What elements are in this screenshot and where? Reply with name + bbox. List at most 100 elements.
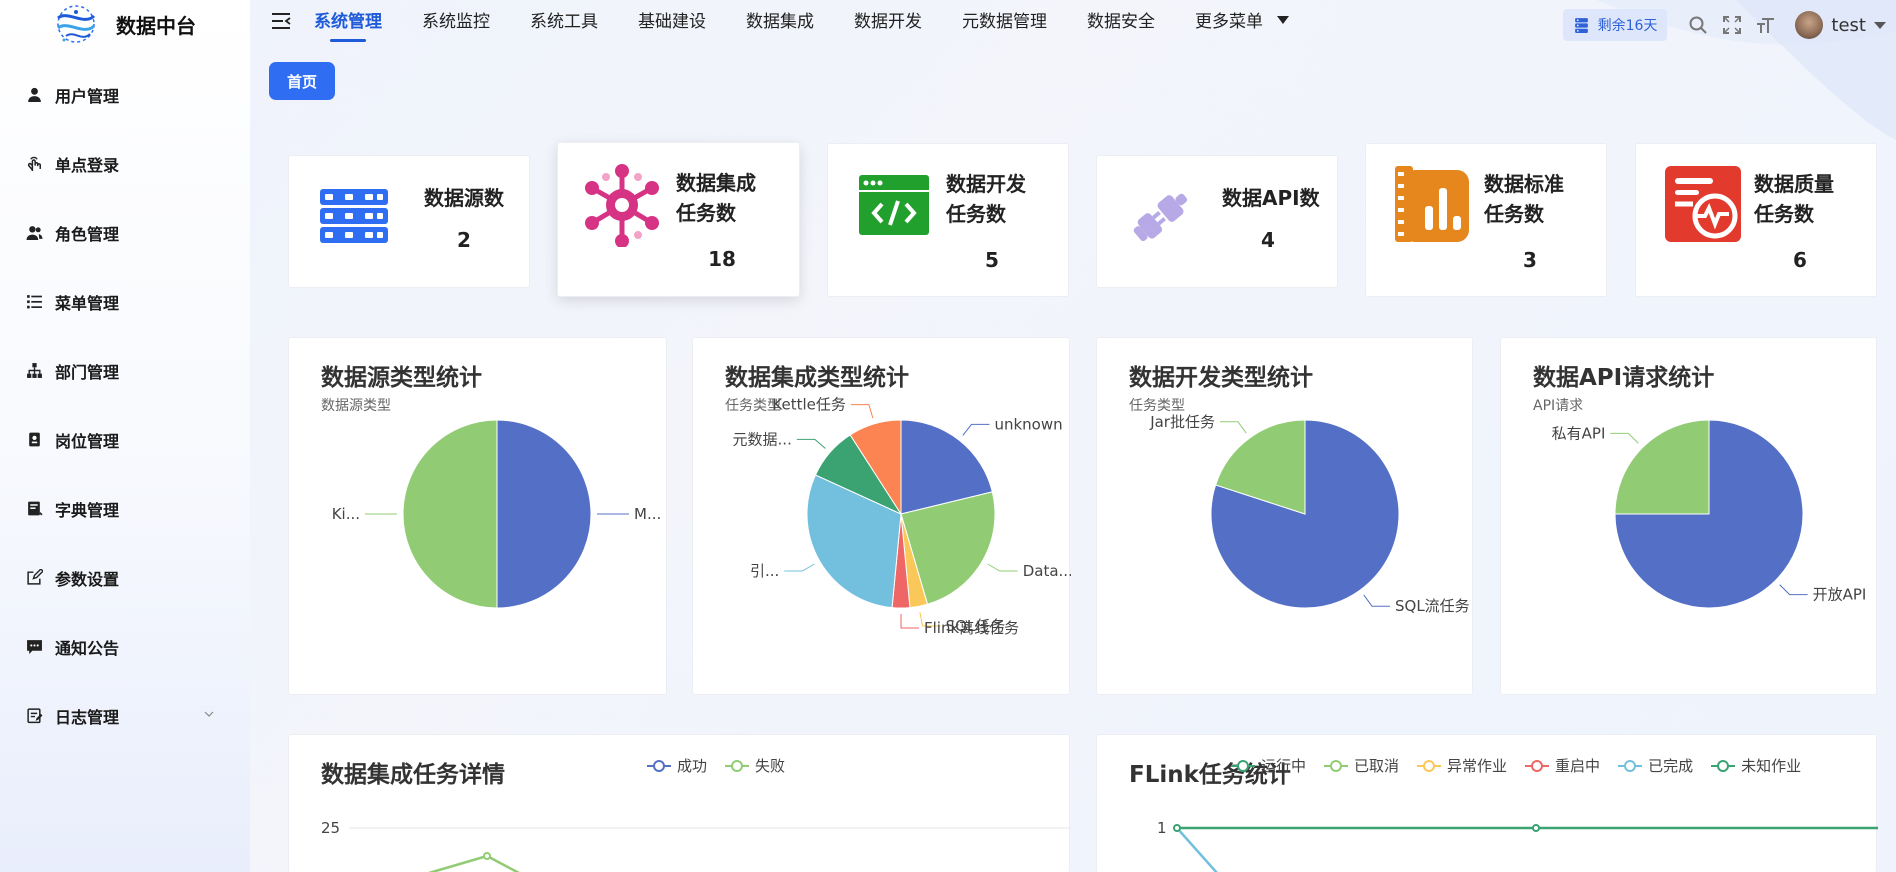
quality-monitor-icon bbox=[1665, 166, 1741, 242]
network-hub-icon bbox=[585, 164, 659, 247]
user-icon bbox=[25, 86, 43, 104]
search-icon[interactable] bbox=[1688, 15, 1708, 35]
sidebar-item-label: 菜单管理 bbox=[55, 293, 120, 313]
sidebar-item-label: 角色管理 bbox=[55, 224, 120, 244]
stat-card-api[interactable]: 数据API数 4 bbox=[1096, 155, 1338, 288]
pie-chart[interactable]: 开放API 私有API bbox=[1501, 338, 1878, 696]
tab-more-label: 更多菜单 bbox=[1195, 12, 1263, 32]
sidebar-item-label: 字典管理 bbox=[55, 500, 120, 520]
stat-card-standard[interactable]: 数据标准 任务数 3 bbox=[1365, 143, 1607, 297]
stat-card-quality[interactable]: 数据质量 任务数 6 bbox=[1635, 143, 1877, 297]
avatar[interactable] bbox=[1795, 11, 1824, 39]
stat-label-line2: 任务数 bbox=[1484, 202, 1544, 226]
pie-slice[interactable] bbox=[496, 419, 592, 609]
logo[interactable]: 数据中台 bbox=[50, 2, 196, 46]
stat-label: 数据集成 bbox=[676, 171, 756, 195]
stat-label-line2: 任务数 bbox=[676, 201, 736, 225]
y-tick-label: 25 bbox=[321, 819, 340, 837]
chart-card-datasource-type: 数据源类型统计 数据源类型 M... Ki... bbox=[288, 337, 667, 695]
pie-chart[interactable]: M... Ki... bbox=[289, 338, 668, 696]
tab-data-integration[interactable]: 数据集成 bbox=[746, 0, 814, 44]
database-server-icon bbox=[320, 189, 388, 243]
user-name[interactable]: test bbox=[1831, 15, 1866, 36]
tab-system-tools[interactable]: 系统工具 bbox=[530, 0, 598, 44]
server-icon bbox=[1574, 17, 1588, 33]
sidebar-item-label: 通知公告 bbox=[55, 638, 120, 658]
sidebar: 数据中台 用户管理 单点登录 角色管理 菜单管理 部门管理 岗位管理 字典管理 … bbox=[0, 0, 250, 872]
stat-label: 数据标准 bbox=[1484, 172, 1564, 196]
line-chart[interactable]: 1 bbox=[1097, 735, 1878, 872]
sidebar-item-config[interactable]: 参数设置 bbox=[0, 543, 250, 612]
log-icon bbox=[25, 707, 43, 725]
touch-icon bbox=[25, 155, 43, 173]
license-remaining-badge[interactable]: 剩余16天 bbox=[1562, 9, 1668, 41]
slice-label: 私有API bbox=[1552, 424, 1606, 442]
line-chart[interactable]: 25 bbox=[289, 735, 1071, 872]
slice-label: unknown bbox=[994, 415, 1062, 433]
sidebar-item-label: 岗位管理 bbox=[55, 431, 120, 451]
sidebar-item-log[interactable]: 日志管理 bbox=[0, 681, 250, 750]
sidebar-item-sso[interactable]: 单点登录 bbox=[0, 129, 250, 198]
stat-value: 18 bbox=[708, 247, 736, 271]
top-nav: 系统管理 系统监控 系统工具 基础建设 数据集成 数据开发 元数据管理 数据安全… bbox=[250, 0, 1896, 50]
pie-chart[interactable]: SQL流任务 Jar批任务 bbox=[1097, 338, 1474, 696]
edit-icon bbox=[25, 569, 43, 587]
sidebar-item-label: 部门管理 bbox=[55, 362, 120, 382]
chart-card-development-type: 数据开发类型统计 任务类型 SQL流任务 Jar批任务 bbox=[1096, 337, 1473, 695]
tab-data-development[interactable]: 数据开发 bbox=[854, 0, 922, 44]
stat-label: 数据开发 bbox=[946, 172, 1026, 196]
tab-more-menu[interactable]: 更多菜单 bbox=[1195, 0, 1289, 44]
stat-card-integration[interactable]: 数据集成 任务数 18 bbox=[557, 142, 800, 297]
tab-system-management[interactable]: 系统管理 bbox=[314, 0, 382, 44]
label-line bbox=[987, 563, 1018, 572]
sidebar-item-label: 参数设置 bbox=[55, 569, 120, 589]
stat-value: 3 bbox=[1523, 248, 1537, 272]
sidebar-item-dept[interactable]: 部门管理 bbox=[0, 336, 250, 405]
sidebar-item-user[interactable]: 用户管理 bbox=[0, 60, 250, 129]
home-tab-button[interactable]: 首页 bbox=[269, 62, 335, 100]
chart-card-api-requests: 数据API请求统计 API请求 开放API 私有API bbox=[1500, 337, 1877, 695]
slice-label: SQL流任务 bbox=[1395, 597, 1470, 615]
stat-label-line2: 任务数 bbox=[1754, 202, 1814, 226]
message-icon bbox=[25, 638, 43, 656]
sidebar-item-role[interactable]: 角色管理 bbox=[0, 198, 250, 267]
chart-card-integration-details: 数据集成任务详情 成功 失败 25 bbox=[288, 734, 1071, 872]
label-line bbox=[784, 563, 815, 572]
chevron-down-icon bbox=[204, 711, 214, 717]
tab-data-security[interactable]: 数据安全 bbox=[1087, 0, 1155, 44]
stat-card-datasource[interactable]: 数据源数 2 bbox=[288, 155, 530, 288]
top-right-tools: 剩余16天 test bbox=[1562, 8, 1896, 42]
remaining-days-text: 剩余16天 bbox=[1597, 18, 1658, 34]
font-size-icon[interactable] bbox=[1756, 15, 1776, 35]
sidebar-item-dict[interactable]: 字典管理 bbox=[0, 474, 250, 543]
chart-card-flink-stats: FLink任务统计 运行中 已取消 异常作业 重启中 已完成 未知作业 1 bbox=[1096, 734, 1878, 872]
sidebar-item-post[interactable]: 岗位管理 bbox=[0, 405, 250, 474]
sidebar-item-menu[interactable]: 菜单管理 bbox=[0, 267, 250, 336]
tab-system-monitor[interactable]: 系统监控 bbox=[422, 0, 490, 44]
nav-tabs: 系统管理 系统监控 系统工具 基础建设 数据集成 数据开发 元数据管理 数据安全… bbox=[314, 0, 1329, 44]
slice-label: Ki... bbox=[332, 505, 360, 523]
label-line bbox=[850, 404, 874, 419]
label-line bbox=[1219, 421, 1247, 434]
menu-fold-icon[interactable] bbox=[270, 10, 292, 32]
slice-label: Kettle任务 bbox=[772, 396, 845, 414]
caret-down-icon[interactable] bbox=[1874, 21, 1886, 29]
pie-slice[interactable] bbox=[402, 419, 498, 609]
stat-card-development[interactable]: 数据开发 任务数 5 bbox=[827, 143, 1069, 297]
stat-label: 数据质量 bbox=[1754, 172, 1834, 196]
fullscreen-icon[interactable] bbox=[1722, 15, 1742, 35]
stat-label: 数据API数 bbox=[1222, 186, 1320, 210]
label-line bbox=[1779, 584, 1808, 596]
tab-infrastructure[interactable]: 基础建设 bbox=[638, 0, 706, 44]
org-tree-icon bbox=[25, 362, 43, 380]
tab-metadata[interactable]: 元数据管理 bbox=[962, 0, 1047, 44]
data-point bbox=[1173, 824, 1181, 832]
users-icon bbox=[25, 224, 43, 242]
y-tick-label: 1 bbox=[1157, 819, 1167, 837]
stat-label: 数据源数 bbox=[424, 186, 504, 210]
data-point bbox=[1532, 824, 1540, 832]
code-window-icon bbox=[859, 175, 929, 235]
sidebar-item-notice[interactable]: 通知公告 bbox=[0, 612, 250, 681]
sidebar-item-label: 用户管理 bbox=[55, 86, 120, 106]
pie-chart[interactable]: unknownData...SQL任务Flink离线任务引...元数据...Ke… bbox=[693, 338, 1071, 696]
